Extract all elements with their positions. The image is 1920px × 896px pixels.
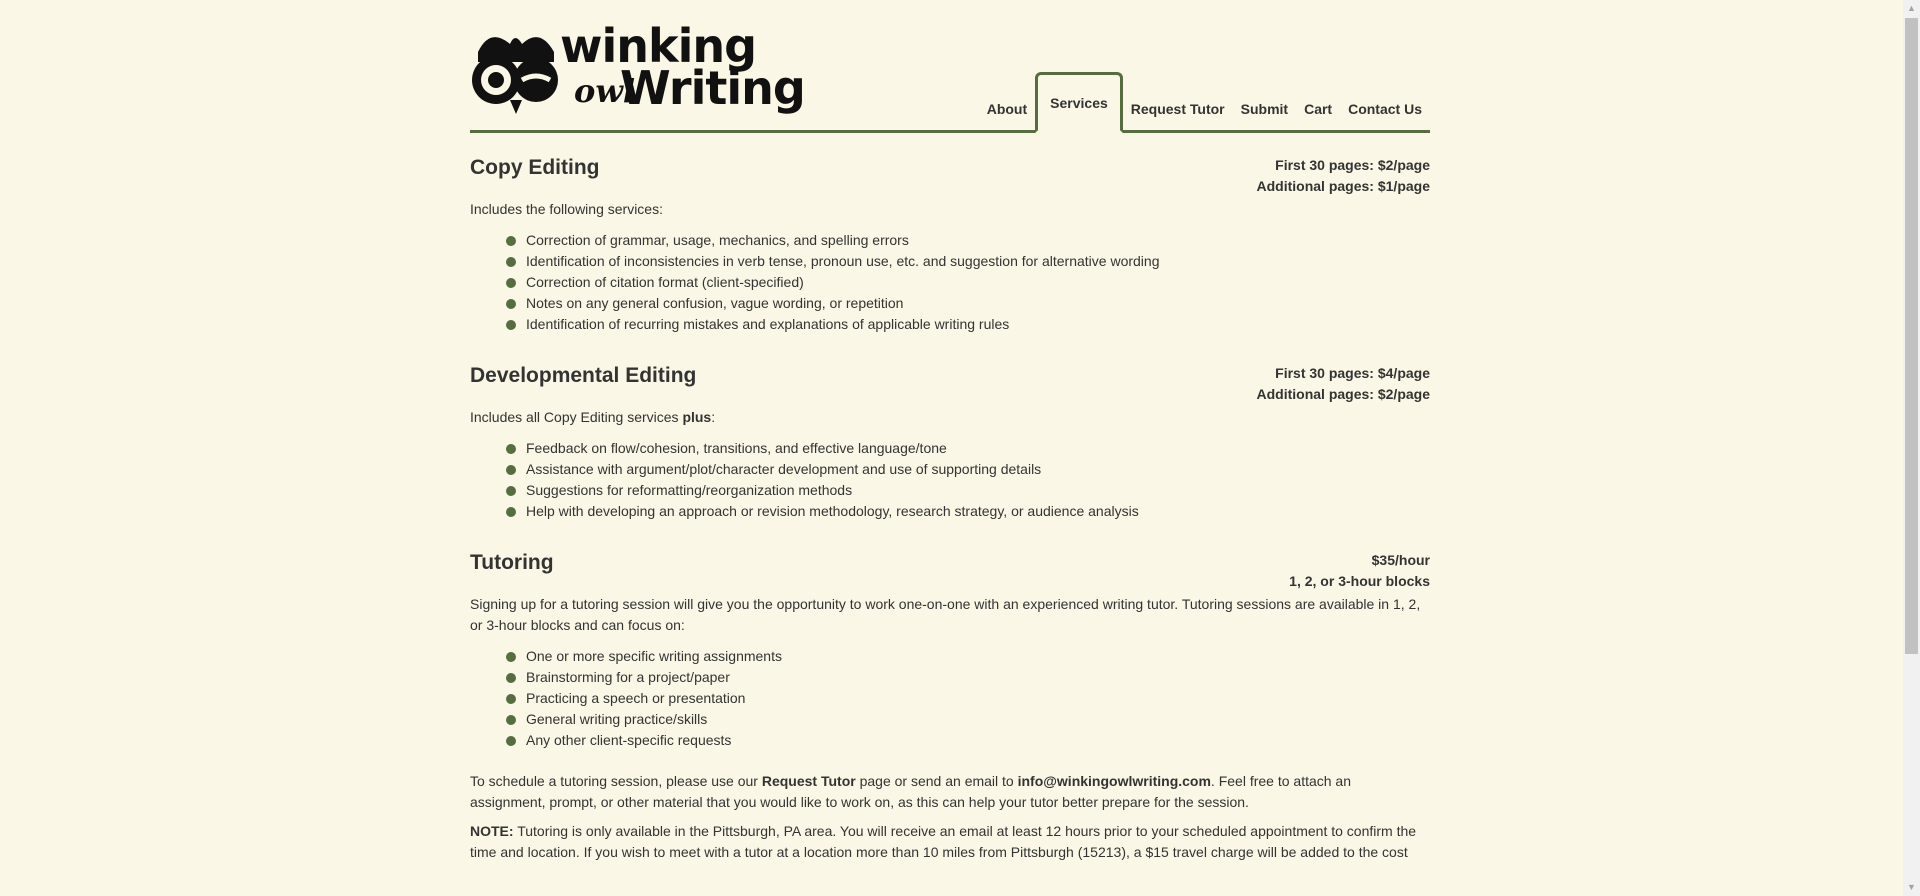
page: winking owl Writing About Services Reque…: [470, 0, 1430, 871]
list-item: Identification of inconsistencies in ver…: [506, 251, 1430, 272]
intro-text: Includes all Copy Editing services: [470, 409, 683, 425]
site-logo[interactable]: winking owl Writing: [470, 22, 806, 118]
section-intro: Includes the following services:: [470, 201, 663, 217]
list-item: Notes on any general confusion, vague wo…: [506, 293, 1430, 314]
bullet-list: Correction of grammar, usage, mechanics,…: [470, 230, 1430, 335]
site-header: winking owl Writing About Services Reque…: [470, 0, 1430, 133]
main-nav: About Services Request Tutor Submit Cart…: [979, 72, 1430, 133]
request-tutor-link[interactable]: Request Tutor: [762, 773, 856, 789]
price-block: $35/hour 1, 2, or 3-hour blocks: [1289, 550, 1430, 592]
list-item: Feedback on flow/cohesion, transitions, …: [506, 438, 1430, 459]
scrollbar-thumb[interactable]: [1905, 18, 1918, 654]
price-block: First 30 pages: $4/page Additional pages…: [1257, 363, 1430, 405]
price-line: Additional pages: $2/page: [1256, 386, 1430, 402]
nav-submit[interactable]: Submit: [1233, 99, 1296, 133]
list-item: Correction of citation format (client-sp…: [506, 272, 1430, 293]
bullet-list: Feedback on flow/cohesion, transitions, …: [470, 438, 1430, 522]
scroll-down-icon[interactable]: ▼: [1903, 879, 1920, 896]
price-line: 1, 2, or 3-hour blocks: [1289, 573, 1430, 589]
section-copy-editing: Copy Editing First 30 pages: $2/page Add…: [470, 155, 1430, 335]
price-line: $35/hour: [1371, 552, 1430, 568]
nav-about[interactable]: About: [979, 99, 1035, 133]
email-link[interactable]: info@winkingowlwriting.com: [1018, 773, 1211, 789]
vertical-scrollbar[interactable]: ▲ ▼: [1903, 0, 1920, 896]
bullet-list: One or more specific writing assignments…: [470, 646, 1430, 751]
list-item: Assistance with argument/plot/character …: [506, 459, 1430, 480]
section-tutoring: Tutoring $35/hour 1, 2, or 3-hour blocks…: [470, 550, 1430, 863]
schedule-paragraph: To schedule a tutoring session, please u…: [470, 771, 1430, 813]
list-item: Any other client-specific requests: [506, 730, 1430, 751]
list-item: Suggestions for reformatting/reorganizat…: [506, 480, 1430, 501]
list-item: Help with developing an approach or revi…: [506, 501, 1430, 522]
note-text: Tutoring is only available in the Pittsb…: [470, 823, 1417, 860]
intro-bold: plus: [682, 409, 712, 425]
list-item: Practicing a speech or presentation: [506, 688, 1430, 709]
price-block: First 30 pages: $2/page Additional pages…: [1257, 155, 1430, 197]
list-item: Correction of grammar, usage, mechanics,…: [506, 230, 1430, 251]
nav-cart[interactable]: Cart: [1296, 99, 1340, 133]
list-item: One or more specific writing assignments: [506, 646, 1430, 667]
section-intro: Signing up for a tutoring session will g…: [470, 596, 1421, 633]
price-line: Additional pages: $1/page: [1256, 178, 1430, 194]
section-title: Tutoring: [470, 551, 554, 574]
section-developmental-editing: Developmental Editing First 30 pages: $4…: [470, 363, 1430, 522]
note-label: NOTE:: [470, 823, 514, 839]
section-intro: Includes all Copy Editing services plus:: [470, 407, 1430, 428]
price-line: First 30 pages: $2/page: [1275, 157, 1430, 173]
schedule-text: page or send an email to: [855, 773, 1018, 789]
logo-word-writing: Writing: [620, 61, 806, 115]
nav-contact-us[interactable]: Contact Us: [1340, 99, 1430, 133]
list-item: General writing practice/skills: [506, 709, 1430, 730]
intro-suffix: :: [711, 409, 716, 425]
nav-request-tutor[interactable]: Request Tutor: [1123, 99, 1233, 133]
note-paragraph: NOTE: Tutoring is only available in the …: [470, 821, 1430, 863]
nav-services[interactable]: Services: [1035, 72, 1123, 133]
owl-logo-icon: [472, 37, 558, 114]
list-item: Identification of recurring mistakes and…: [506, 314, 1430, 335]
price-line: First 30 pages: $4/page: [1275, 365, 1430, 381]
list-item: Brainstorming for a project/paper: [506, 667, 1430, 688]
scroll-up-icon[interactable]: ▲: [1903, 0, 1920, 17]
schedule-text: To schedule a tutoring session, please u…: [470, 773, 762, 789]
